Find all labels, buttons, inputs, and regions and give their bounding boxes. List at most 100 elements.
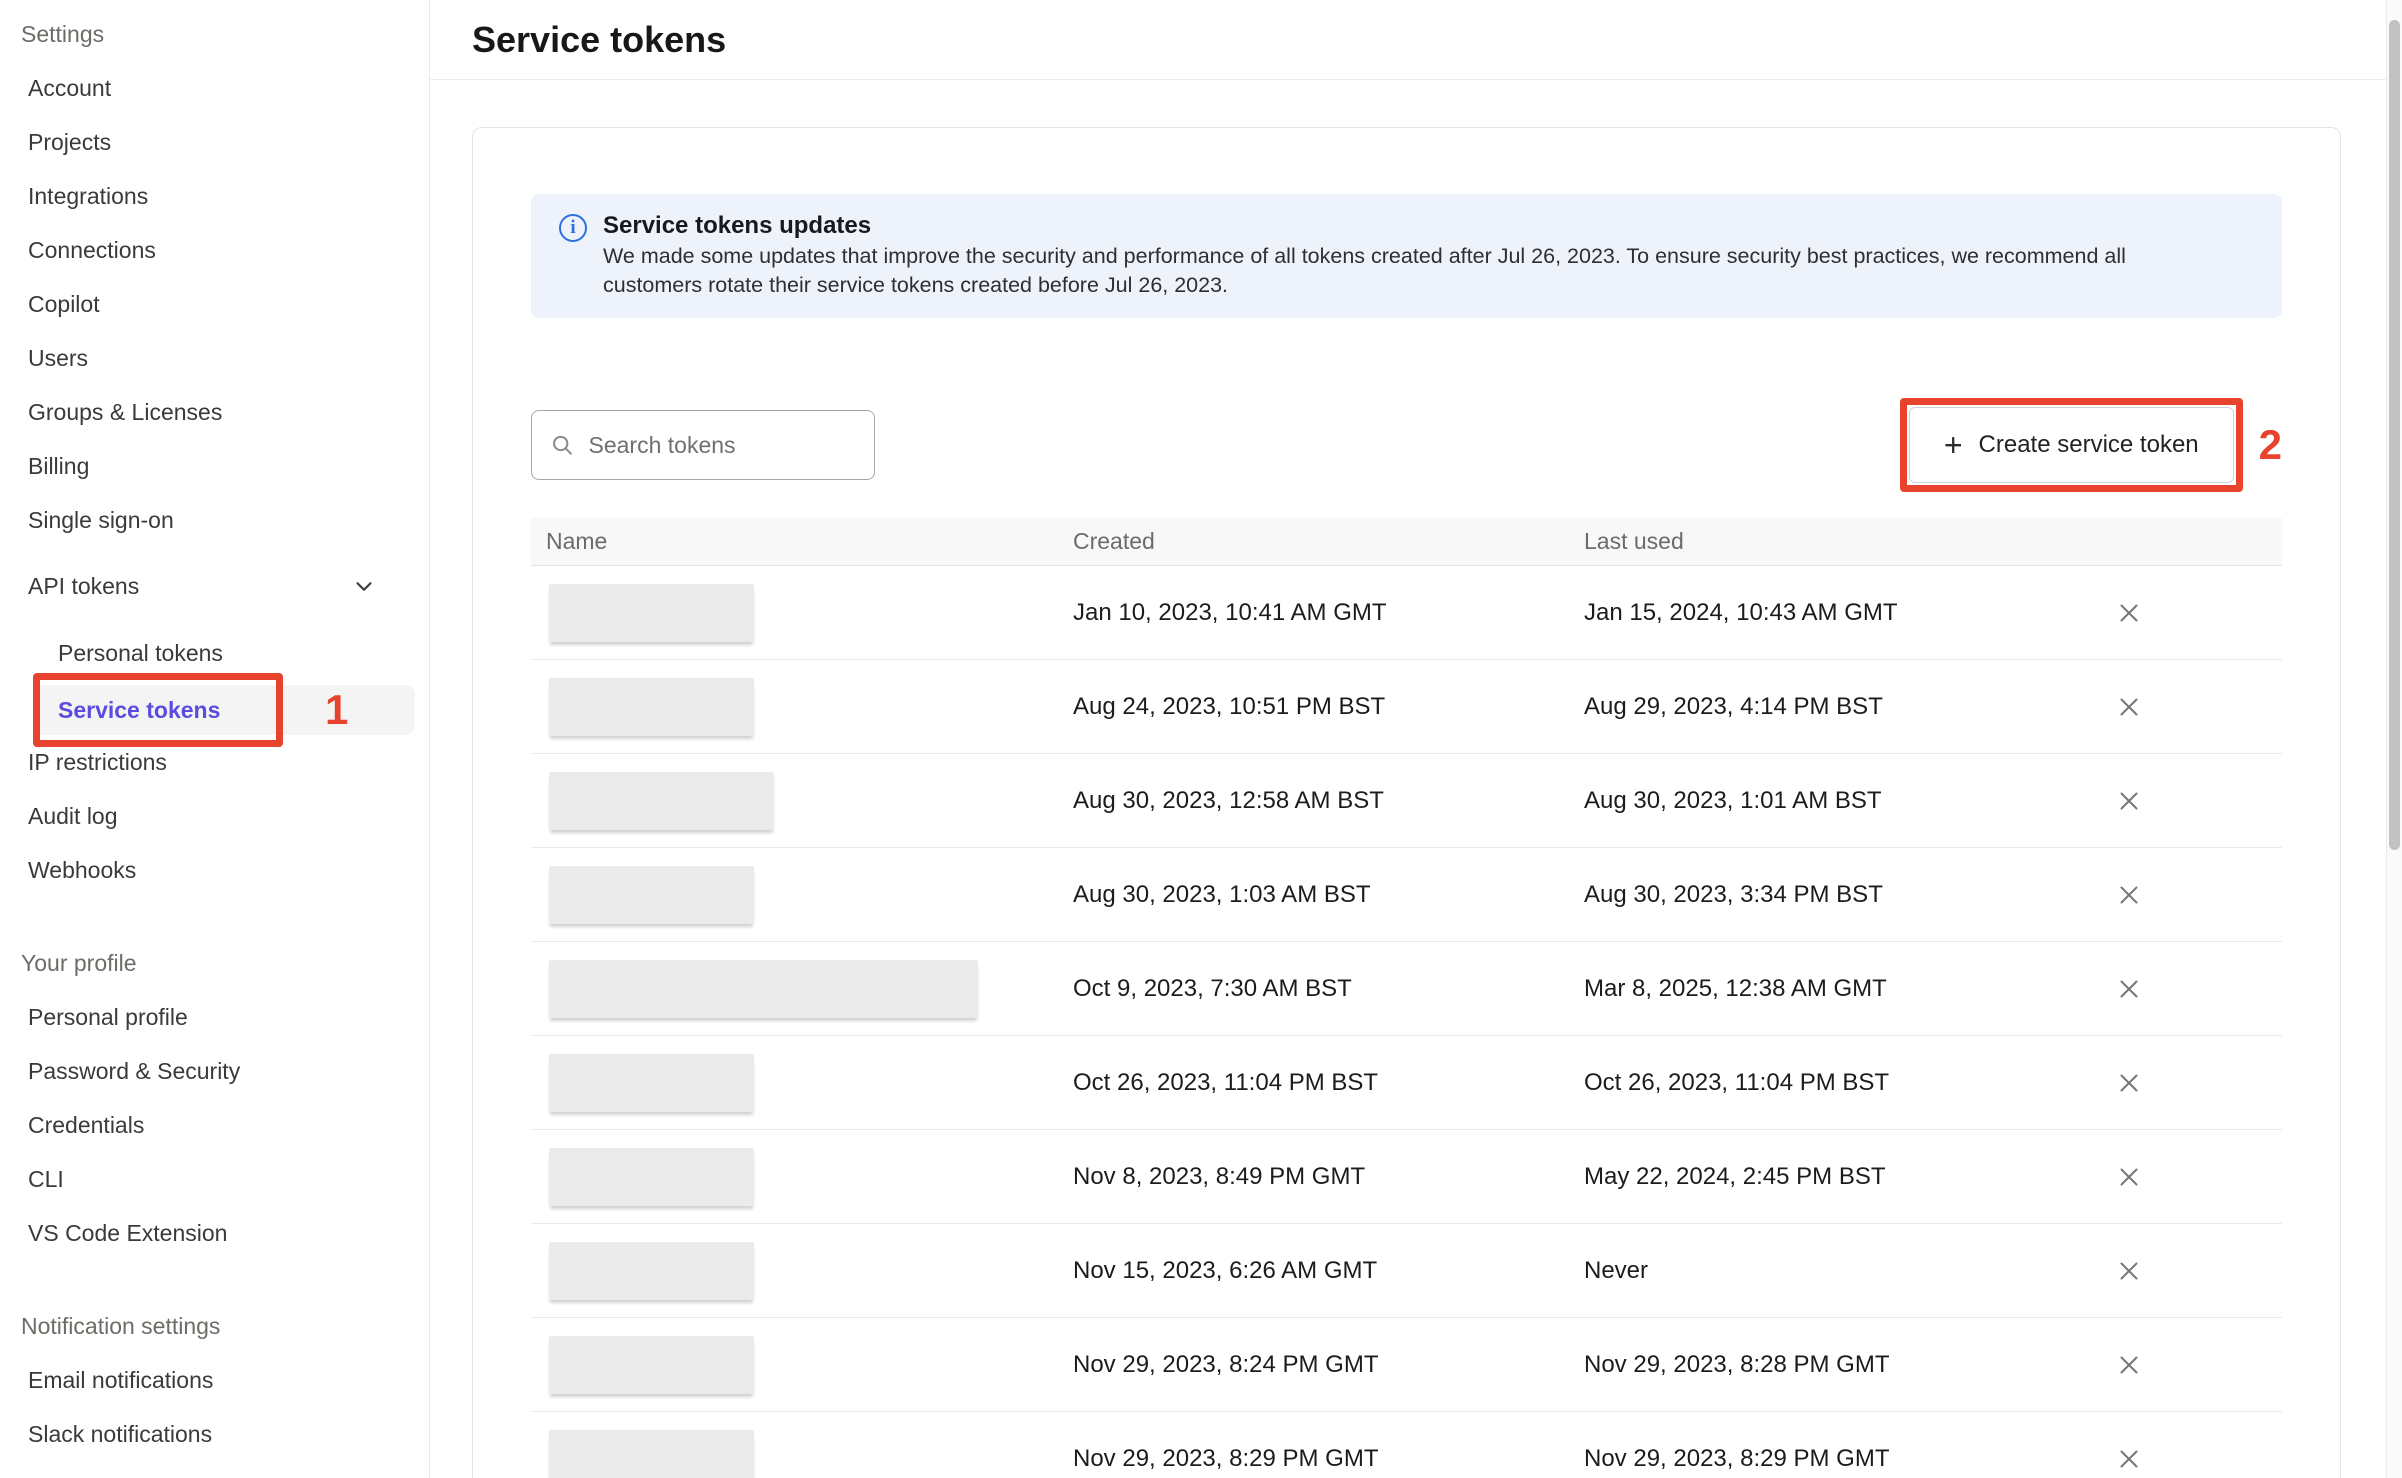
close-icon[interactable] — [2114, 1350, 2144, 1380]
close-icon[interactable] — [2114, 1068, 2144, 1098]
sidebar-item-password-security[interactable]: Password & Security — [21, 1044, 429, 1098]
table-row: Aug 24, 2023, 10:51 PM BST Aug 29, 2023,… — [531, 660, 2282, 754]
token-name-placeholder — [549, 584, 754, 642]
page-title: Service tokens — [472, 19, 726, 61]
last-used-cell: Aug 29, 2023, 4:14 PM BST — [1584, 693, 2054, 721]
chevron-down-icon — [351, 573, 377, 599]
close-icon[interactable] — [2114, 786, 2144, 816]
created-cell: Jan 10, 2023, 10:41 AM GMT — [1073, 599, 1584, 627]
created-cell: Nov 29, 2023, 8:24 PM GMT — [1073, 1351, 1584, 1379]
annotation-box-2: + Create service token — [1900, 398, 2243, 492]
last-used-cell: Aug 30, 2023, 1:01 AM BST — [1584, 787, 2054, 815]
created-cell: Oct 9, 2023, 7:30 AM BST — [1073, 975, 1584, 1003]
token-name-placeholder — [549, 772, 774, 830]
sidebar-item-single-sign-on[interactable]: Single sign-on — [21, 493, 429, 547]
table-row: Nov 29, 2023, 8:24 PM GMT Nov 29, 2023, … — [531, 1318, 2282, 1412]
sidebar-section-settings: Settings — [21, 7, 429, 61]
plus-icon: + — [1944, 429, 1963, 461]
scrollbar-thumb[interactable] — [2389, 20, 2400, 850]
created-cell: Aug 30, 2023, 1:03 AM BST — [1073, 881, 1584, 909]
close-icon[interactable] — [2114, 692, 2144, 722]
sidebar-item-webhooks[interactable]: Webhooks — [21, 843, 429, 897]
sidebar-item-users[interactable]: Users — [21, 331, 429, 385]
created-cell: Nov 15, 2023, 6:26 AM GMT — [1073, 1257, 1584, 1285]
banner-text: Service tokens updates We made some upda… — [603, 210, 2126, 300]
last-used-cell: Aug 30, 2023, 3:34 PM BST — [1584, 881, 2054, 909]
annotation-step-2: 2 — [2259, 421, 2282, 469]
search-icon — [550, 431, 575, 459]
sidebar-item-personal-profile[interactable]: Personal profile — [21, 990, 429, 1044]
sidebar-item-slack-notifications[interactable]: Slack notifications — [21, 1407, 429, 1461]
sidebar-item-email-notifications[interactable]: Email notifications — [21, 1353, 429, 1407]
table-row: Oct 26, 2023, 11:04 PM BST Oct 26, 2023,… — [531, 1036, 2282, 1130]
created-cell: Nov 29, 2023, 8:29 PM GMT — [1073, 1445, 1584, 1473]
table-row: Oct 9, 2023, 7:30 AM BST Mar 8, 2025, 12… — [531, 942, 2282, 1036]
sidebar-item-ip-restrictions[interactable]: IP restrictions — [21, 735, 429, 789]
created-cell: Oct 26, 2023, 11:04 PM BST — [1073, 1069, 1584, 1097]
token-name-placeholder — [549, 1242, 754, 1300]
sidebar-item-account[interactable]: Account — [21, 61, 429, 115]
table-row: Jan 10, 2023, 10:41 AM GMT Jan 15, 2024,… — [531, 566, 2282, 660]
created-cell: Aug 30, 2023, 12:58 AM BST — [1073, 787, 1584, 815]
close-icon[interactable] — [2114, 1256, 2144, 1286]
close-icon[interactable] — [2114, 880, 2144, 910]
settings-sidebar: Settings Account Projects Integrations C… — [0, 0, 430, 1478]
banner-body-line1: We made some updates that improve the se… — [603, 242, 2126, 271]
table-row: Nov 15, 2023, 6:26 AM GMT Never — [531, 1224, 2282, 1318]
sidebar-item-groups-licenses[interactable]: Groups & Licenses — [21, 385, 429, 439]
sidebar-item-cli[interactable]: CLI — [21, 1152, 429, 1206]
main-content: Service tokens i Service tokens updates … — [430, 0, 2402, 1478]
sidebar-item-vs-code-extension[interactable]: VS Code Extension — [21, 1206, 429, 1260]
sidebar-item-audit-log[interactable]: Audit log — [21, 789, 429, 843]
token-name-placeholder — [549, 1430, 754, 1478]
token-name-placeholder — [549, 1054, 754, 1112]
tokens-table: Name Created Last used Jan 10, 2023, 10:… — [531, 518, 2282, 1478]
table-toolbar: + Create service token 2 — [531, 398, 2282, 492]
create-service-token-label: Create service token — [1979, 431, 2199, 459]
service-tokens-label: Service tokens — [58, 697, 220, 724]
table-row: Nov 8, 2023, 8:49 PM GMT May 22, 2024, 2… — [531, 1130, 2282, 1224]
api-tokens-label: API tokens — [28, 573, 139, 600]
token-name-placeholder — [549, 960, 978, 1018]
banner-title: Service tokens updates — [603, 210, 2126, 242]
last-used-cell: Never — [1584, 1257, 2054, 1285]
info-banner: i Service tokens updates We made some up… — [531, 194, 2282, 318]
sidebar-item-billing[interactable]: Billing — [21, 439, 429, 493]
close-icon[interactable] — [2114, 598, 2144, 628]
sidebar-item-integrations[interactable]: Integrations — [21, 169, 429, 223]
column-header-name: Name — [531, 528, 1073, 555]
table-header-row: Name Created Last used — [531, 518, 2282, 566]
annotation-step-1: 1 — [325, 686, 348, 734]
table-row: Aug 30, 2023, 1:03 AM BST Aug 30, 2023, … — [531, 848, 2282, 942]
sidebar-item-connections[interactable]: Connections — [21, 223, 429, 277]
close-icon[interactable] — [2114, 1162, 2144, 1192]
last-used-cell: Nov 29, 2023, 8:29 PM GMT — [1584, 1445, 2054, 1473]
sidebar-item-service-tokens[interactable]: Service tokens — [33, 685, 415, 735]
sidebar-section-your-profile: Your profile — [21, 936, 429, 990]
token-name-placeholder — [549, 866, 754, 924]
create-token-area: + Create service token 2 — [1900, 398, 2282, 492]
sidebar-item-credentials[interactable]: Credentials — [21, 1098, 429, 1152]
column-header-last-used: Last used — [1584, 528, 2054, 555]
create-service-token-button[interactable]: + Create service token — [1909, 407, 2234, 483]
table-row: Nov 29, 2023, 8:29 PM GMT Nov 29, 2023, … — [531, 1412, 2282, 1478]
search-input-wrapper[interactable] — [531, 410, 875, 480]
sidebar-item-api-tokens[interactable]: API tokens — [21, 559, 429, 613]
search-input[interactable] — [589, 432, 859, 459]
last-used-cell: Mar 8, 2025, 12:38 AM GMT — [1584, 975, 2054, 1003]
last-used-cell: May 22, 2024, 2:45 PM BST — [1584, 1163, 2054, 1191]
table-row: Aug 30, 2023, 12:58 AM BST Aug 30, 2023,… — [531, 754, 2282, 848]
sidebar-item-personal-tokens[interactable]: Personal tokens — [21, 626, 429, 680]
token-name-placeholder — [549, 1148, 754, 1206]
scrollbar-track[interactable] — [2386, 0, 2402, 1478]
last-used-cell: Jan 15, 2024, 10:43 AM GMT — [1584, 599, 2054, 627]
column-header-created: Created — [1073, 528, 1584, 555]
close-icon[interactable] — [2114, 1444, 2144, 1474]
sidebar-item-projects[interactable]: Projects — [21, 115, 429, 169]
close-icon[interactable] — [2114, 974, 2144, 1004]
sidebar-item-copilot[interactable]: Copilot — [21, 277, 429, 331]
info-icon: i — [559, 214, 587, 242]
sidebar-section-notification-settings: Notification settings — [21, 1299, 429, 1353]
last-used-cell: Oct 26, 2023, 11:04 PM BST — [1584, 1069, 2054, 1097]
service-tokens-card: i Service tokens updates We made some up… — [472, 127, 2341, 1478]
